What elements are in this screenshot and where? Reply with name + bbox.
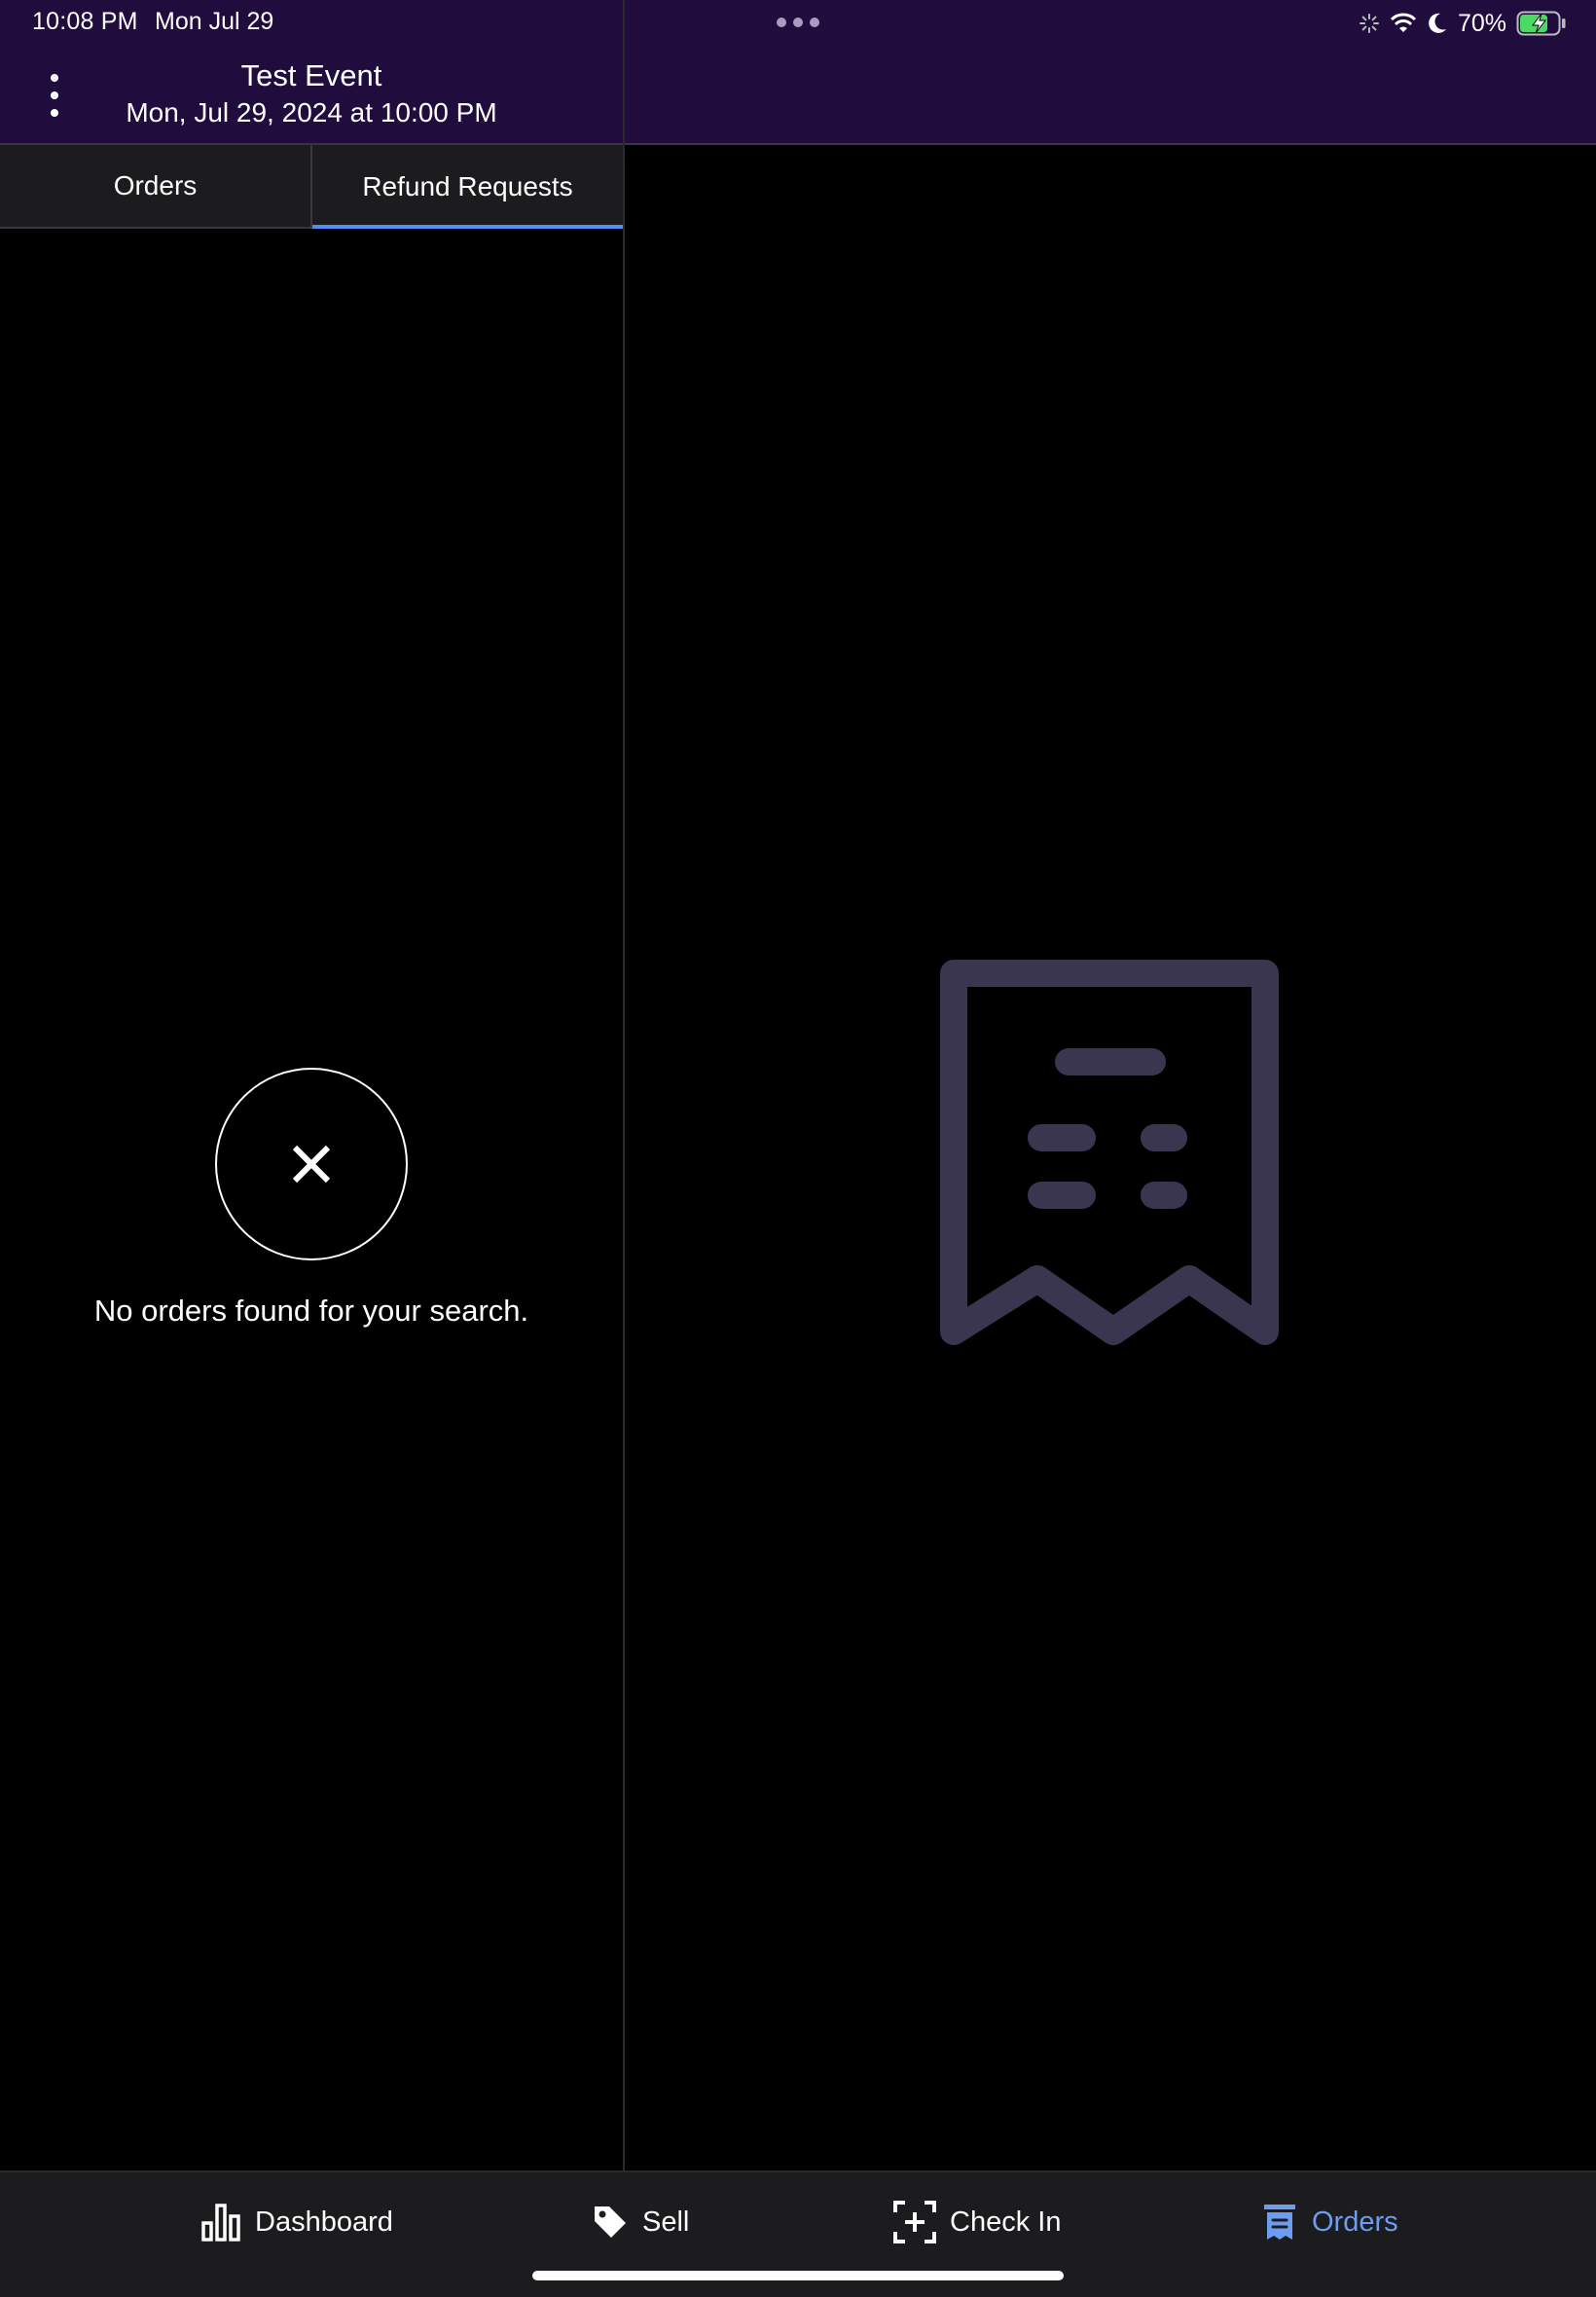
receipt-icon [940, 960, 1279, 1345]
event-title: Test Event [240, 58, 382, 92]
tabbar-orders[interactable]: Orders [1261, 2198, 1398, 2246]
event-header: Test Event Mon, Jul 29, 2024 at 10:00 PM [0, 47, 623, 144]
tab-orders[interactable]: Orders [0, 145, 310, 229]
tabbar-sell-label: Sell [642, 2206, 690, 2238]
home-indicator[interactable] [532, 2271, 1064, 2280]
pane-divider [623, 0, 625, 2170]
tag-icon [595, 2206, 626, 2238]
status-time: 10:08 PM [32, 8, 138, 35]
order-tabs: Orders Refund Requests [0, 145, 623, 229]
tabbar-sell[interactable]: Sell [592, 2198, 689, 2246]
multitasking-dots[interactable] [777, 18, 819, 27]
app-root: 10:08 PM Mon Jul 29 70% Test Event Mon, … [0, 0, 1596, 2297]
empty-state-badge [215, 1068, 408, 1260]
event-date: Mon, Jul 29, 2024 at 10:00 PM [126, 97, 497, 128]
status-date: Mon Jul 29 [155, 8, 274, 35]
tabbar-orders-label: Orders [1312, 2206, 1398, 2238]
battery-charging-icon [1516, 11, 1566, 36]
status-icons: 70% [1359, 6, 1567, 41]
close-icon [292, 1145, 331, 1184]
orders-icon [1264, 2205, 1295, 2240]
moon-icon [1429, 13, 1446, 33]
bar-chart-icon [201, 2204, 240, 2242]
empty-state-message: No orders found for your search. [93, 1294, 529, 1328]
tab-refund-requests[interactable]: Refund Requests [310, 145, 623, 229]
wifi-icon [1390, 13, 1417, 32]
tabbar-dashboard-label: Dashboard [255, 2206, 393, 2238]
tabbar-check-in[interactable]: Check In [893, 2198, 1061, 2246]
scan-plus-icon [893, 2201, 936, 2243]
activity-spinner-icon [1359, 14, 1379, 33]
tabbar-dashboard[interactable]: Dashboard [200, 2198, 393, 2246]
tabbar-check-in-label: Check In [950, 2206, 1062, 2238]
battery-percent: 70% [1457, 9, 1506, 37]
